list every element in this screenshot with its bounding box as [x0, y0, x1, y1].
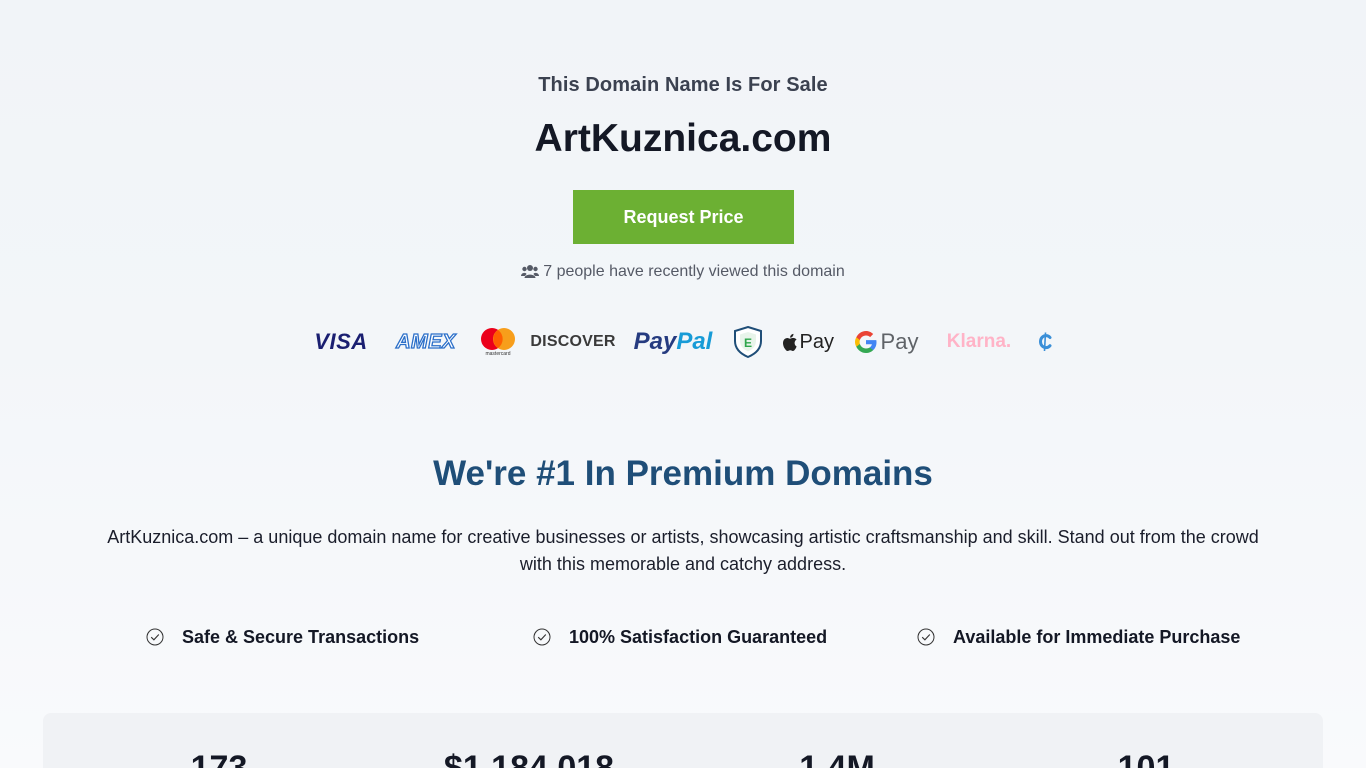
stat-value: $1,184,018 [443, 749, 615, 768]
premium-domains-title: We're #1 In Premium Domains [433, 454, 933, 493]
stat-value: 173 [190, 749, 248, 768]
request-price-button[interactable]: Request Price [573, 190, 794, 244]
amex-icon: AMEX [395, 330, 456, 353]
feature-secure: Safe & Secure Transactions [146, 624, 419, 650]
domain-name-heading: ArtKuznica.com [534, 117, 832, 160]
domain-description: ArtKuznica.com – a unique domain name fo… [107, 527, 1259, 574]
check-circle-icon [917, 628, 935, 646]
shield-payment-icon: E [732, 322, 764, 362]
visa-icon: VISA [314, 329, 368, 354]
svg-text:E: E [744, 336, 752, 350]
paypal-icon: Pay Pal [633, 328, 713, 355]
viewers-text: 7 people have recently viewed this domai… [543, 263, 845, 280]
feature-label: Safe & Secure Transactions [182, 626, 420, 647]
check-circle-icon [146, 628, 164, 646]
crypto-coin-icon [1036, 322, 1054, 362]
sale-label: This Domain Name Is For Sale [538, 74, 828, 96]
feature-label: 100% Satisfaction Guaranteed [569, 626, 828, 647]
klarna-icon: Klarna. [946, 331, 1012, 352]
recent-viewers: 7 people have recently viewed this domai… [0, 263, 1366, 284]
feature-availability: Available for Immediate Purchase [917, 624, 1240, 650]
google-pay-icon: Pay [851, 322, 921, 362]
stat-value: 1.4M [799, 749, 875, 768]
feature-label: Available for Immediate Purchase [953, 626, 1241, 647]
apple-pay-icon: Pay [782, 322, 834, 362]
feature-satisfaction: 100% Satisfaction Guaranteed [533, 624, 827, 650]
discover-icon: DISCOVER [530, 333, 616, 350]
check-circle-icon [533, 628, 551, 646]
stat-value: 101 [1117, 749, 1175, 768]
stats-panel: 173 $1,184,018 1.4M 101 [43, 713, 1323, 768]
users-icon [521, 264, 540, 284]
mastercard-icon: mastercard [478, 322, 518, 362]
